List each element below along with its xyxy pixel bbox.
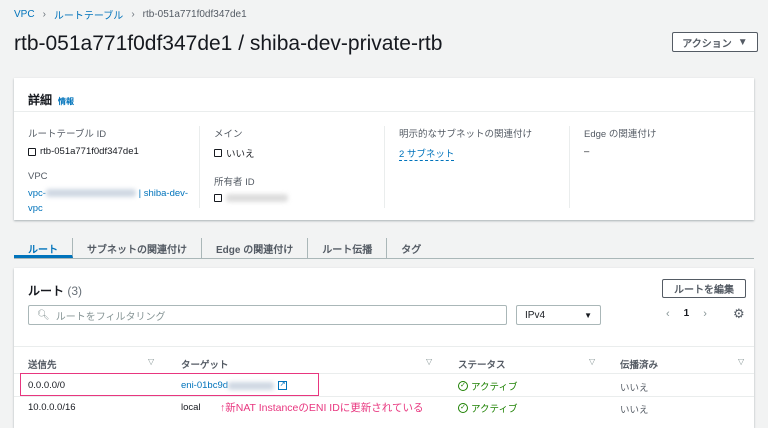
column-propagated[interactable]: 伝播済み [620,357,658,371]
caret-down-icon: ▼ [737,36,748,48]
route-table-id-col: ルートテーブル ID rtb-051a771f0df347de1 VPC vpc… [14,126,199,214]
main-col: メイン いいえ 所有者 ID [199,126,384,208]
next-page-icon[interactable]: › [703,308,707,320]
routes-count: (3) [67,284,83,298]
breadcrumb-current: rtb-051a771f0df347de1 [142,9,247,20]
actions-label: アクション [682,38,732,50]
details-panel: 詳細 情報 ルートテーブル ID rtb-051a771f0df347de1 V… [14,78,754,220]
owner-label: 所有者 ID [214,177,255,188]
tab-routes[interactable]: ルート [14,238,73,258]
search-icon: 🔍︎ [37,309,50,321]
actions-button[interactable]: アクション ▼ [672,32,758,52]
caret-down-icon: ▼ [584,310,592,320]
routes-heading: ルート [28,284,65,298]
edge-label: Edge の関連付け [584,129,657,140]
tab-edge-associations[interactable]: Edge の関連付け [202,238,309,258]
gear-icon[interactable]: ⚙ [733,306,745,322]
row-destination: 10.0.0.0/16 [28,402,76,413]
column-destination[interactable]: 送信先 [28,357,57,371]
copy-icon[interactable] [28,147,36,156]
route-table-id-label: ルートテーブル ID [28,129,107,140]
breadcrumb-route-tables[interactable]: ルートテーブル [54,7,123,22]
row-propagated: いいえ [620,383,649,394]
tabs-divider [14,258,754,259]
check-circle-icon: ✓ [458,403,468,413]
main-label: メイン [214,129,243,140]
vpc-label: VPC [28,171,48,182]
row-status: ✓ アクティブ [458,379,517,393]
vpc-link[interactable]: vpc- | shiba-dev-vpc [28,186,199,216]
route-filter-input[interactable]: 🔍︎ ルートをフィルタリング [28,305,507,325]
chevron-right-icon: › [131,9,135,20]
main-value: いいえ [226,149,255,160]
annotation-text: ↑新NAT InstanceのENI IDに更新されている [220,402,424,414]
edge-value: – [584,146,590,157]
chevron-right-icon: › [42,9,46,20]
explicit-col: 明示的なサブネットの関連付け 2 サブネット [384,126,569,208]
edge-col: Edge の関連付け – [569,126,754,208]
owner-id-redacted [226,194,288,202]
tab-subnet-associations[interactable]: サブネットの関連付け [73,238,202,258]
pagination: ‹ 1 › [666,308,707,320]
tabs: ルート サブネットの関連付け Edge の関連付け ルート伝播 タグ [14,238,435,258]
ip-version-select[interactable]: IPv4 ▼ [516,305,601,325]
row-propagated: いいえ [620,405,649,416]
sort-icon[interactable]: ▽ [426,357,432,366]
subnets-link[interactable]: 2 サブネット [399,146,455,161]
breadcrumb-vpc[interactable]: VPC [14,9,35,20]
page-number[interactable]: 1 [684,308,690,320]
sort-icon[interactable]: ▽ [589,357,595,366]
route-table-id: rtb-051a771f0df347de1 [40,146,139,157]
tab-route-propagation[interactable]: ルート伝播 [308,238,388,258]
explicit-label: 明示的なサブネットの関連付け [399,129,533,140]
row-status: ✓ アクティブ [458,401,517,415]
column-status[interactable]: ステータス [458,357,506,371]
tab-tags[interactable]: タグ [387,238,435,258]
row-target: local [181,402,201,413]
info-link[interactable]: 情報 [58,96,74,107]
sort-icon[interactable]: ▽ [148,357,154,366]
check-circle-icon: ✓ [458,381,468,391]
details-heading: 詳細 [28,93,53,107]
column-target[interactable]: ターゲット [181,357,229,371]
copy-icon[interactable] [214,149,222,157]
edit-routes-button[interactable]: ルートを編集 [662,279,746,298]
highlight-box [20,373,319,396]
copy-icon[interactable] [214,194,222,202]
prev-page-icon[interactable]: ‹ [666,308,670,320]
breadcrumb: VPC › ルートテーブル › rtb-051a771f0df347de1 [14,7,247,22]
page-title: rtb-051a771f0df347de1 / shiba-dev-privat… [14,32,443,55]
sort-icon[interactable]: ▽ [738,357,744,366]
